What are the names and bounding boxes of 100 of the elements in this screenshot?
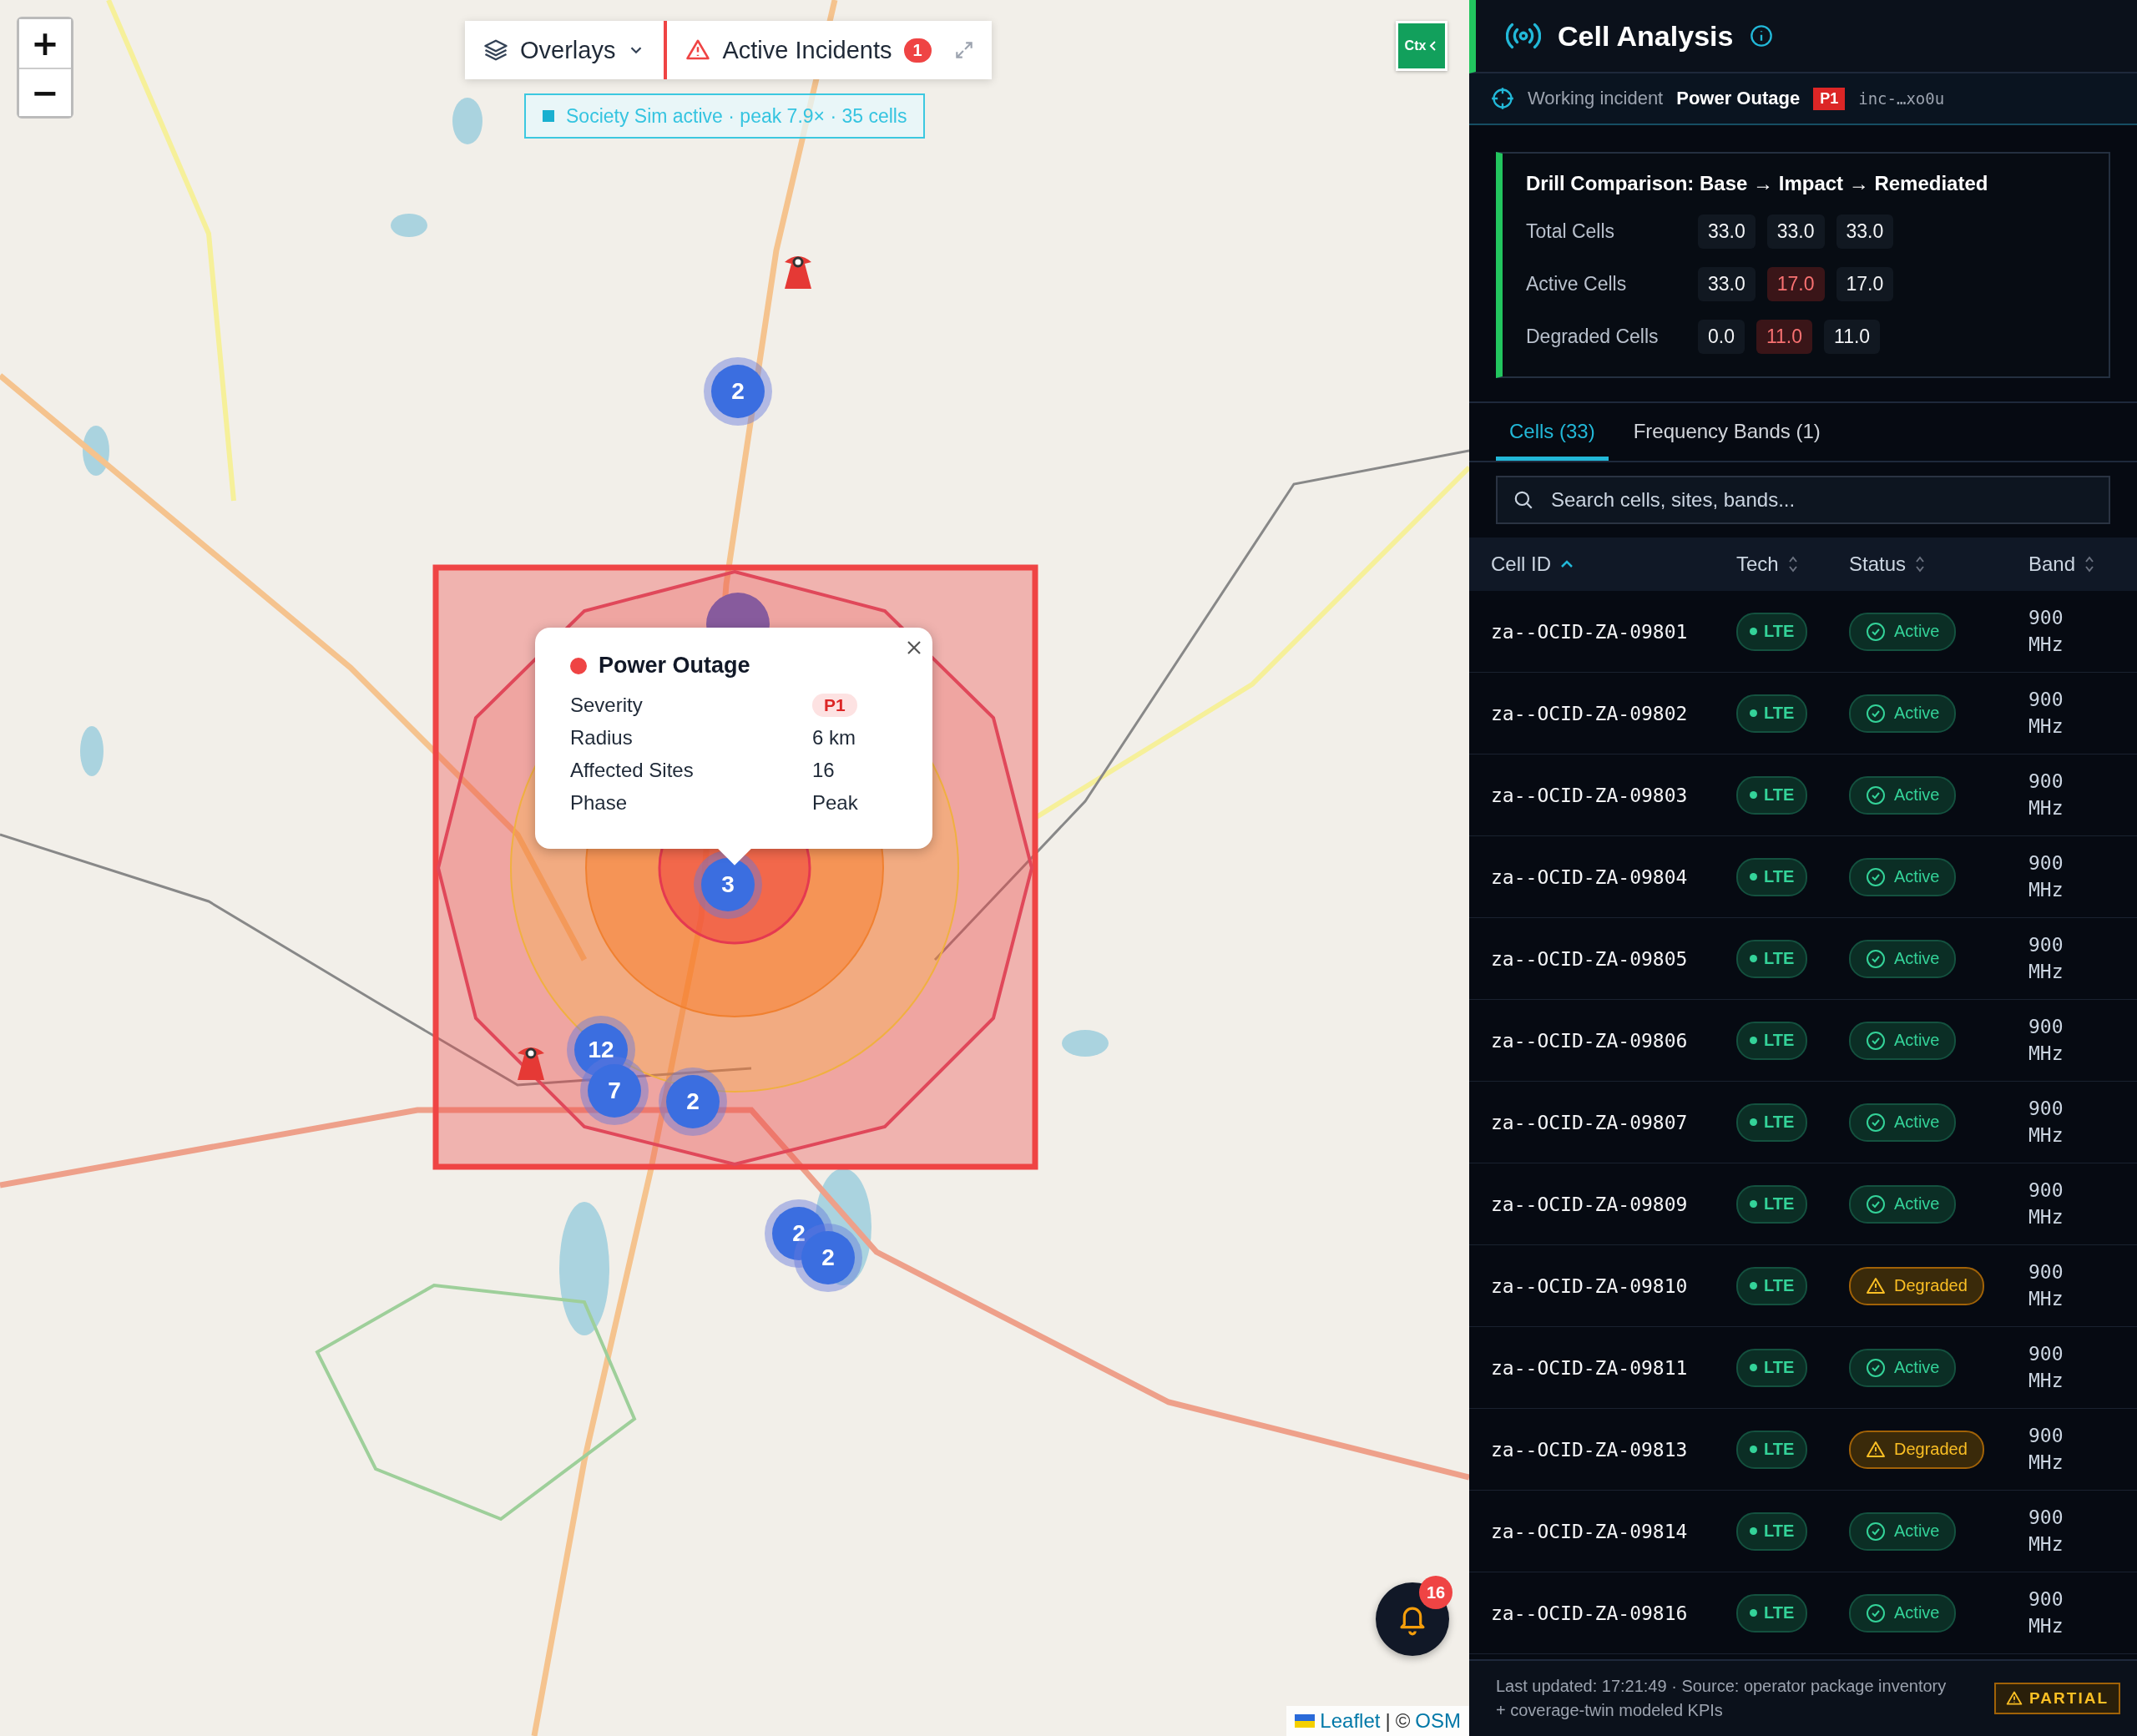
- band-value: 900 MHz: [2028, 770, 2064, 820]
- zoom-out-button[interactable]: −: [19, 68, 71, 116]
- status-badge: Active: [1849, 775, 1957, 815]
- status-badge: Active: [1849, 1511, 1957, 1551]
- metric-label: Active Cells: [1526, 273, 1628, 295]
- tab[interactable]: Cells (33): [1496, 403, 1609, 461]
- footer-text: Last updated: 17:21:49 · Source: operator package inventory + coverage-twin modeled KPIs: [1496, 1676, 1947, 1721]
- column-header[interactable]: Status: [1849, 553, 2028, 576]
- warning-icon: [1866, 1275, 1886, 1296]
- band-value: 900 MHz: [2028, 1178, 2064, 1229]
- popup-label: Phase: [570, 790, 629, 815]
- info-icon[interactable]: [1750, 24, 1774, 48]
- metric-value: 17.0: [1766, 267, 1825, 301]
- search-field[interactable]: Search cells, sites, bands...: [1496, 476, 2110, 524]
- cell-id: za--OCID-ZA-09804: [1491, 865, 1689, 888]
- check-circle-icon: [1866, 1602, 1886, 1623]
- tech-badge: LTE: [1736, 1021, 1808, 1060]
- popup-value: Peak: [812, 790, 858, 815]
- separator-text: |: [1385, 1709, 1391, 1733]
- check-circle-icon: [1866, 703, 1886, 724]
- popup-value: 6 km: [812, 725, 856, 749]
- severity-badge: P1: [812, 693, 857, 717]
- search-icon: [1513, 489, 1534, 511]
- status-badge: Active: [1849, 612, 1957, 651]
- tech-badge: LTE: [1736, 857, 1808, 896]
- band-value: 900 MHz: [2028, 1260, 2064, 1311]
- incident-name: Power Outage: [1676, 88, 1801, 109]
- incident-id: inc-…xo0u: [1858, 89, 1945, 108]
- layers-icon: [483, 38, 508, 63]
- cell-id: za--OCID-ZA-09806: [1491, 1029, 1689, 1052]
- tech-badge: LTE: [1736, 1103, 1808, 1142]
- metric-value: 33.0: [1836, 214, 1894, 249]
- metric-value: 33.0: [1698, 214, 1756, 249]
- cell-id: za--OCID-ZA-09805: [1491, 947, 1689, 970]
- column-header[interactable]: Tech: [1736, 553, 1849, 576]
- band-value: 900 MHz: [2028, 1342, 2064, 1393]
- check-circle-icon: [1866, 1030, 1886, 1051]
- cell-id: za--OCID-ZA-09810: [1491, 1274, 1689, 1297]
- band-value: 900 MHz: [2028, 1424, 2064, 1475]
- status-badge: Active: [1849, 694, 1957, 733]
- metric-value: 33.0: [1766, 214, 1825, 249]
- warning-icon: [2006, 1690, 2023, 1707]
- status-badge: Degraded: [1849, 1430, 1984, 1469]
- crosshair-icon: [1491, 87, 1514, 110]
- cell-id: za--OCID-ZA-09803: [1491, 784, 1689, 806]
- check-circle-icon: [1866, 866, 1886, 887]
- band-value: 900 MHz: [2028, 933, 2064, 984]
- warning-icon: [1866, 1439, 1886, 1460]
- osm-link[interactable]: OSM: [1415, 1709, 1461, 1733]
- check-circle-icon: [1866, 1357, 1886, 1378]
- metric-value: 11.0: [1756, 320, 1813, 354]
- column-header[interactable]: Band: [2028, 553, 2137, 576]
- cell-id: za--OCID-ZA-09809: [1491, 1193, 1689, 1215]
- check-circle-icon: [1866, 1194, 1886, 1214]
- tech-badge: LTE: [1736, 939, 1808, 978]
- band-value: 900 MHz: [2028, 1506, 2064, 1557]
- band-value: 900 MHz: [2028, 606, 2064, 657]
- flag-icon: [1295, 1714, 1316, 1728]
- status-badge: Active: [1849, 1593, 1957, 1633]
- status-badge: Active: [1849, 857, 1957, 896]
- tech-badge: LTE: [1736, 1184, 1808, 1224]
- broadcast-icon: [1506, 21, 1541, 51]
- band-value: 900 MHz: [2028, 688, 2064, 739]
- tech-badge: LTE: [1736, 1511, 1808, 1551]
- cell-id: za--OCID-ZA-09802: [1491, 702, 1689, 724]
- metric-value: 11.0: [1824, 320, 1881, 354]
- metric-value: 17.0: [1836, 267, 1894, 301]
- metric-value: 0.0: [1698, 320, 1745, 354]
- status-dot-icon: [570, 657, 587, 674]
- popup-label: Affected Sites: [570, 758, 695, 782]
- cell-id: za--OCID-ZA-09814: [1491, 1520, 1689, 1542]
- band-value: 900 MHz: [2028, 851, 2064, 902]
- overlays-button[interactable]: Overlays: [465, 21, 664, 79]
- metric-label: Total Cells: [1526, 220, 1616, 243]
- band-value: 900 MHz: [2028, 1097, 2064, 1148]
- tech-badge: LTE: [1736, 775, 1808, 815]
- status-badge: Active: [1849, 1184, 1957, 1224]
- status-badge: Degraded: [1849, 1266, 1984, 1305]
- card-title: Drill Comparison: Base → Impact → Remediated: [1526, 172, 1989, 195]
- cell-id: za--OCID-ZA-09811: [1491, 1356, 1689, 1379]
- copyright-text: ©: [1395, 1709, 1411, 1733]
- leaflet-link[interactable]: Leaflet: [1320, 1709, 1381, 1733]
- popup-title: Power Outage: [599, 653, 750, 679]
- check-circle-icon: [1866, 785, 1886, 805]
- tech-badge: LTE: [1736, 1348, 1808, 1387]
- status-square-icon: [543, 110, 554, 122]
- check-circle-icon: [1866, 621, 1886, 642]
- cell-id: za--OCID-ZA-09807: [1491, 1111, 1689, 1133]
- check-circle-icon: [1866, 1112, 1886, 1133]
- active-incidents-button[interactable]: Active Incidents 1: [667, 21, 950, 79]
- cell-id: za--OCID-ZA-09801: [1491, 620, 1689, 643]
- tab[interactable]: Frequency Bands (1): [1619, 403, 1834, 461]
- data-quality-badge: PARTIAL: [1994, 1683, 2120, 1714]
- tech-badge: LTE: [1736, 694, 1808, 733]
- tech-badge: LTE: [1736, 1593, 1808, 1633]
- column-header[interactable]: Cell ID: [1491, 553, 1736, 576]
- incident-label: Working incident: [1528, 88, 1664, 109]
- check-circle-icon: [1866, 1521, 1886, 1542]
- metric-label: Degraded Cells: [1526, 326, 1660, 348]
- check-circle-icon: [1866, 948, 1886, 969]
